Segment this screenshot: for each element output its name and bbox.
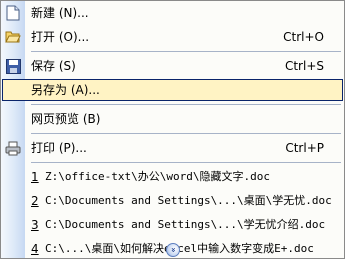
menu-item-label: 保存 (S) — [31, 59, 76, 73]
menu-item-web-preview[interactable]: 网页预览 (B) — [1, 107, 344, 131]
menu-item-print[interactable]: 打印 (P)... Ctrl+P — [1, 136, 344, 160]
menu-item-save[interactable]: 保存 (S) Ctrl+S — [1, 54, 344, 78]
recent-file-number: 1 — [31, 170, 39, 184]
new-doc-icon — [4, 4, 22, 22]
shortcut-text: Ctrl+P — [285, 141, 324, 155]
menu-item-new[interactable]: 新建 (N)... — [1, 1, 344, 25]
menu-item-label: 网页预览 (B) — [31, 112, 101, 126]
file-menu: 新建 (N)... 打开 (O)... Ctrl+O 保存 (S) Ctrl+S… — [0, 0, 345, 259]
menu-item-label: 新建 (N)... — [31, 6, 89, 20]
menu-item-label: 打开 (O)... — [31, 30, 90, 44]
menu-item-label: 另存为 (A)... — [31, 83, 100, 97]
printer-icon — [4, 139, 22, 157]
chevron-double-down-icon: » — [165, 243, 180, 257]
shortcut-text: Ctrl+O — [283, 30, 324, 44]
shortcut-text: Ctrl+S — [284, 59, 324, 73]
recent-file-1[interactable]: 1 Z:\office-txt\办公\word\隐藏文字.doc — [1, 165, 344, 189]
menu-item-save-as[interactable]: 另存为 (A)... — [1, 78, 344, 102]
recent-file-2[interactable]: 2 C:\Documents and Settings\...\桌面\学无忧.d… — [1, 189, 344, 213]
save-floppy-icon — [4, 57, 22, 75]
recent-file-number: 2 — [31, 194, 39, 208]
recent-file-path: Z:\office-txt\办公\word\隐藏文字.doc — [45, 170, 270, 183]
open-folder-icon — [4, 28, 22, 46]
menu-item-label: 打印 (P)... — [31, 141, 87, 155]
expand-menu-button[interactable]: » — [1, 243, 344, 257]
recent-file-path: C:\Documents and Settings\...\学无忧介绍.doc — [45, 218, 326, 231]
menu-item-open[interactable]: 打开 (O)... Ctrl+O — [1, 25, 344, 49]
recent-file-3[interactable]: 3 C:\Documents and Settings\...\学无忧介绍.do… — [1, 213, 344, 237]
recent-file-number: 3 — [31, 218, 39, 232]
recent-file-path: C:\Documents and Settings\...\桌面\学无忧.doc — [45, 194, 332, 207]
